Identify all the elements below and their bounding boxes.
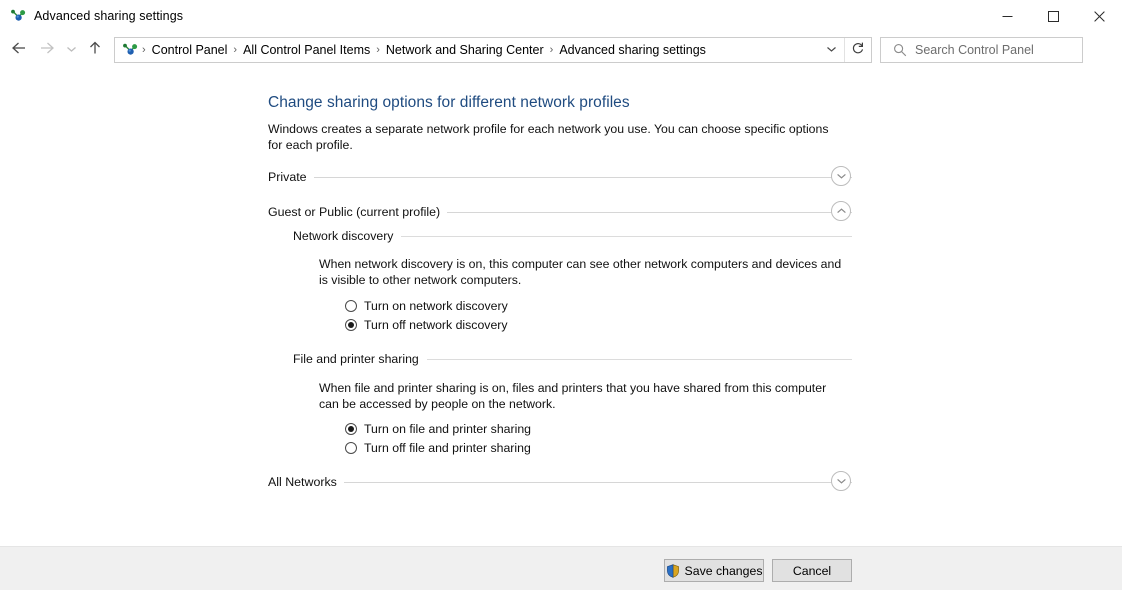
save-changes-button[interactable]: Save changes: [664, 559, 764, 582]
navigation-toolbar: › Control Panel › All Control Panel Item…: [0, 32, 1122, 68]
close-button[interactable]: [1076, 0, 1122, 32]
page-description: Windows creates a separate network profi…: [268, 122, 829, 152]
uac-shield-icon: [666, 563, 680, 578]
section-description-file-and-printer-sharing: When file and printer sharing is on, fil…: [319, 381, 827, 411]
page-title: Change sharing options for different net…: [268, 94, 630, 111]
radio-label: Turn on file and printer sharing: [364, 421, 532, 436]
forward-button[interactable]: [34, 37, 60, 63]
up-arrow-icon: [87, 40, 103, 61]
window-controls: [984, 0, 1122, 32]
minimize-icon: [1002, 11, 1013, 22]
radio-turn-off-file-and-printer-sharing[interactable]: Turn off file and printer sharing: [345, 439, 531, 456]
breadcrumb-separator: ›: [549, 44, 554, 56]
breadcrumb-separator: ›: [376, 44, 380, 56]
breadcrumb-item-network-and-sharing-center[interactable]: Network and Sharing Center: [382, 38, 548, 62]
group-header-all-networks[interactable]: All Networks: [268, 470, 852, 494]
address-dropdown-button[interactable]: [818, 38, 844, 62]
section-header-network-discovery: Network discovery: [293, 226, 852, 246]
group-header-private[interactable]: Private: [268, 165, 852, 189]
up-button[interactable]: [82, 37, 108, 63]
chevron-down-icon: [836, 472, 847, 490]
group-divider: [447, 211, 852, 213]
breadcrumb-item-control-panel[interactable]: Control Panel: [148, 38, 232, 62]
back-button[interactable]: [4, 37, 34, 63]
recent-locations-button[interactable]: [60, 37, 82, 63]
recent-locations-chevron-icon: [66, 41, 77, 59]
radio-label: Turn on network discovery: [364, 298, 508, 313]
group-label-guest-or-public: Guest or Public (current profile): [268, 205, 441, 219]
cancel-button[interactable]: Cancel: [772, 559, 852, 582]
close-icon: [1093, 10, 1105, 22]
maximize-button[interactable]: [1030, 0, 1076, 32]
group-divider: [313, 176, 852, 178]
radio-indicator[interactable]: [345, 318, 357, 331]
title-bar: Advanced sharing settings: [0, 0, 1122, 32]
address-network-sharing-icon: [122, 42, 138, 58]
group-divider: [343, 481, 852, 483]
minimize-button[interactable]: [984, 0, 1030, 32]
radio-label: Turn off file and printer sharing: [364, 440, 531, 455]
group-header-guest-or-public[interactable]: Guest or Public (current profile): [268, 200, 852, 224]
section-divider: [401, 235, 852, 237]
group-toggle-private[interactable]: [831, 166, 851, 186]
address-bar[interactable]: › Control Panel › All Control Panel Item…: [114, 37, 872, 63]
search-input[interactable]: Search Control Panel: [915, 43, 1034, 57]
breadcrumb-item-advanced-sharing-settings[interactable]: Advanced sharing settings: [555, 38, 710, 62]
section-label-network-discovery: Network discovery: [293, 229, 394, 243]
window-title: Advanced sharing settings: [34, 9, 184, 23]
chevron-down-icon: [826, 41, 837, 59]
content-pane: Change sharing options for different net…: [0, 68, 1122, 546]
radio-indicator[interactable]: [345, 441, 357, 454]
refresh-button[interactable]: [844, 38, 871, 62]
radio-turn-on-network-discovery[interactable]: Turn on network discovery: [345, 297, 508, 314]
network-sharing-icon: [10, 8, 26, 24]
group-toggle-guest-or-public[interactable]: [831, 201, 851, 221]
section-header-file-and-printer-sharing: File and printer sharing: [293, 349, 852, 369]
forward-arrow-icon: [38, 40, 56, 61]
back-arrow-icon: [10, 40, 28, 61]
chevron-down-icon: [836, 167, 847, 185]
radio-turn-off-network-discovery[interactable]: Turn off network discovery: [345, 316, 508, 333]
search-icon: [891, 43, 909, 57]
breadcrumb-item-all-control-panel-items[interactable]: All Control Panel Items: [239, 38, 374, 62]
breadcrumb: › Control Panel › All Control Panel Item…: [140, 38, 818, 62]
radio-label: Turn off network discovery: [364, 317, 508, 332]
radio-indicator[interactable]: [345, 299, 357, 312]
refresh-icon: [851, 41, 865, 60]
command-bar: Save changes Cancel: [0, 546, 1122, 590]
save-changes-label: Save changes: [684, 563, 763, 578]
radio-indicator[interactable]: [345, 422, 357, 435]
section-label-file-and-printer-sharing: File and printer sharing: [293, 352, 419, 366]
maximize-icon: [1047, 10, 1059, 22]
radio-turn-on-file-and-printer-sharing[interactable]: Turn on file and printer sharing: [345, 420, 531, 437]
breadcrumb-separator: ›: [233, 44, 238, 56]
breadcrumb-separator: ›: [142, 44, 146, 56]
group-toggle-all-networks[interactable]: [831, 471, 851, 491]
section-description-network-discovery: When network discovery is on, this compu…: [319, 257, 842, 287]
chevron-up-icon: [836, 202, 847, 220]
section-divider: [426, 358, 852, 360]
group-label-private: Private: [268, 170, 307, 184]
cancel-label: Cancel: [792, 563, 832, 578]
group-label-all-networks: All Networks: [268, 475, 337, 489]
search-box[interactable]: Search Control Panel: [880, 37, 1083, 63]
